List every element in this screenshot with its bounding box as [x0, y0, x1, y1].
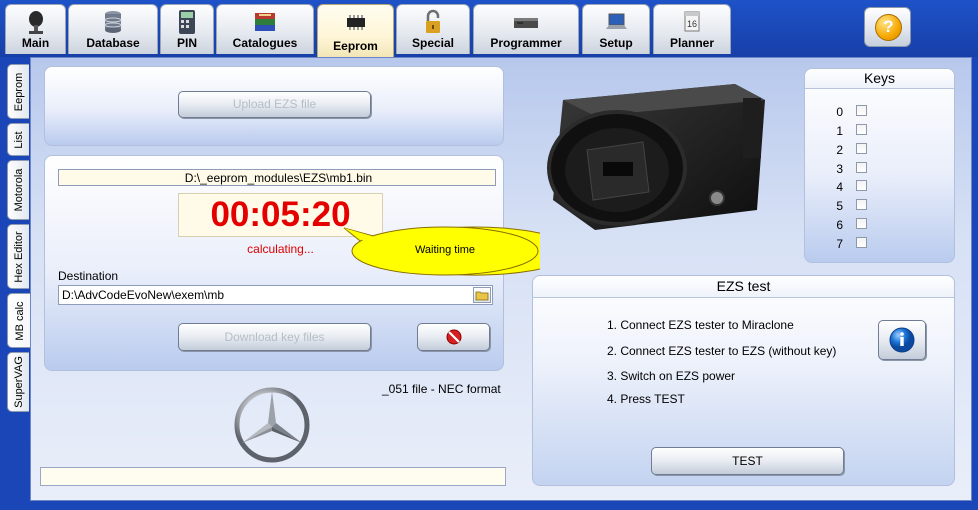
svg-text:16: 16 [687, 19, 697, 29]
database-icon [104, 11, 122, 33]
tab-programmer[interactable]: Programmer [473, 4, 579, 54]
chip-icon [346, 15, 365, 30]
ezs-step: 3. Switch on EZS power [607, 369, 736, 383]
progress-bar [40, 467, 506, 486]
tab-catalogues[interactable]: Catalogues [216, 4, 314, 54]
main-tab-bar: Main Database PIN Catalogues Eeprom Spec… [0, 0, 978, 57]
programmer-device-icon [514, 18, 538, 28]
key-label-0: 0 [836, 105, 843, 119]
side-tab-motorola[interactable]: Motorola [7, 160, 29, 220]
tab-label: PIN [176, 36, 197, 50]
stop-icon [446, 329, 462, 345]
tab-setup[interactable]: Setup [582, 4, 650, 54]
key-checkbox-1[interactable] [856, 124, 867, 135]
info-icon [889, 327, 915, 353]
side-tab-label: SuperVAG [12, 356, 25, 408]
calendar-icon: 16 [684, 11, 700, 32]
key-label-3: 3 [836, 162, 843, 176]
key-label-2: 2 [836, 143, 843, 157]
ezs-test-panel: EZS test 1. Connect EZS tester to Miracl… [532, 275, 955, 486]
folder-icon [475, 291, 489, 301]
cancel-button[interactable] [417, 323, 490, 351]
tab-main[interactable]: Main [5, 4, 66, 54]
side-tab-label: List [12, 130, 25, 149]
microphone-icon [28, 11, 43, 34]
key-checkbox-5[interactable] [856, 199, 867, 210]
keys-panel: Keys 0 1 2 3 4 5 6 7 [804, 68, 955, 263]
key-label-6: 6 [836, 218, 843, 232]
key-label-4: 4 [836, 180, 843, 194]
tab-label: Database [86, 36, 140, 50]
file-path-display: D:\_eeprom_modules\EZS\mb1.bin [58, 169, 496, 186]
key-label-7: 7 [836, 237, 843, 251]
ezs-step: 1. Connect EZS tester to Miraclone [607, 318, 794, 332]
ezs-step: 2. Connect EZS tester to EZS (without ke… [607, 344, 837, 358]
help-button[interactable]: ? [864, 7, 911, 47]
books-icon [255, 13, 275, 31]
side-tab-label: Eeprom [12, 72, 25, 111]
tab-label: Planner [669, 36, 714, 50]
tab-database[interactable]: Database [68, 4, 158, 54]
tab-label: Special [411, 36, 455, 50]
keys-title: Keys [805, 69, 954, 89]
laptop-icon [606, 13, 627, 29]
mercedes-star-logo [234, 387, 310, 463]
key-checkbox-0[interactable] [856, 105, 867, 116]
ezs-test-title: EZS test [533, 276, 954, 298]
tab-label: Setup [599, 36, 633, 50]
ezs-module-image [547, 84, 765, 230]
key-checkbox-3[interactable] [856, 162, 867, 173]
side-tab-mb-calc[interactable]: MB calc [7, 293, 32, 348]
browse-folder-button[interactable] [473, 287, 491, 303]
tab-eeprom[interactable]: Eeprom [317, 4, 394, 57]
upload-ezs-button[interactable]: Upload EZS file [178, 91, 371, 118]
key-checkbox-4[interactable] [856, 180, 867, 191]
destination-field[interactable]: D:\AdvCodeEvoNew\exem\mb [58, 285, 493, 305]
side-tab-label: Hex Editor [12, 230, 25, 283]
download-key-files-button[interactable]: Download key files [178, 323, 371, 351]
key-label-1: 1 [836, 124, 843, 138]
key-checkbox-7[interactable] [856, 237, 867, 248]
tab-special[interactable]: Special [396, 4, 470, 54]
key-label-5: 5 [836, 199, 843, 213]
side-tab-hex-editor[interactable]: Hex Editor [7, 224, 29, 289]
waiting-time-text: Waiting time [414, 244, 476, 256]
key-checkbox-2[interactable] [856, 143, 867, 154]
side-tab-list[interactable]: List [7, 123, 29, 156]
tab-label: Programmer [490, 36, 562, 50]
side-tab-supervag[interactable]: SuperVAG [7, 352, 29, 412]
side-tab-label: Motorola [12, 168, 25, 212]
test-button[interactable]: TEST [651, 447, 844, 475]
side-tab-eeprom[interactable]: Eeprom [7, 64, 29, 119]
tab-label: Catalogues [232, 36, 298, 50]
ezs-step: 4. Press TEST [607, 392, 685, 406]
upload-panel: Upload EZS file [44, 66, 504, 146]
tab-planner[interactable]: 16 Planner [653, 4, 731, 54]
tab-label: Eeprom [333, 39, 378, 53]
calculator-icon [179, 10, 195, 34]
tab-label: Main [21, 36, 50, 50]
format-note: _051 file - NEC format [382, 382, 501, 396]
padlock-icon [426, 9, 440, 33]
destination-label: Destination [58, 269, 119, 283]
side-tab-label: MB calc [14, 300, 26, 341]
key-checkbox-6[interactable] [856, 218, 867, 229]
info-button[interactable] [878, 320, 926, 360]
tab-pin[interactable]: PIN [160, 4, 214, 54]
help-icon: ? [875, 14, 902, 41]
